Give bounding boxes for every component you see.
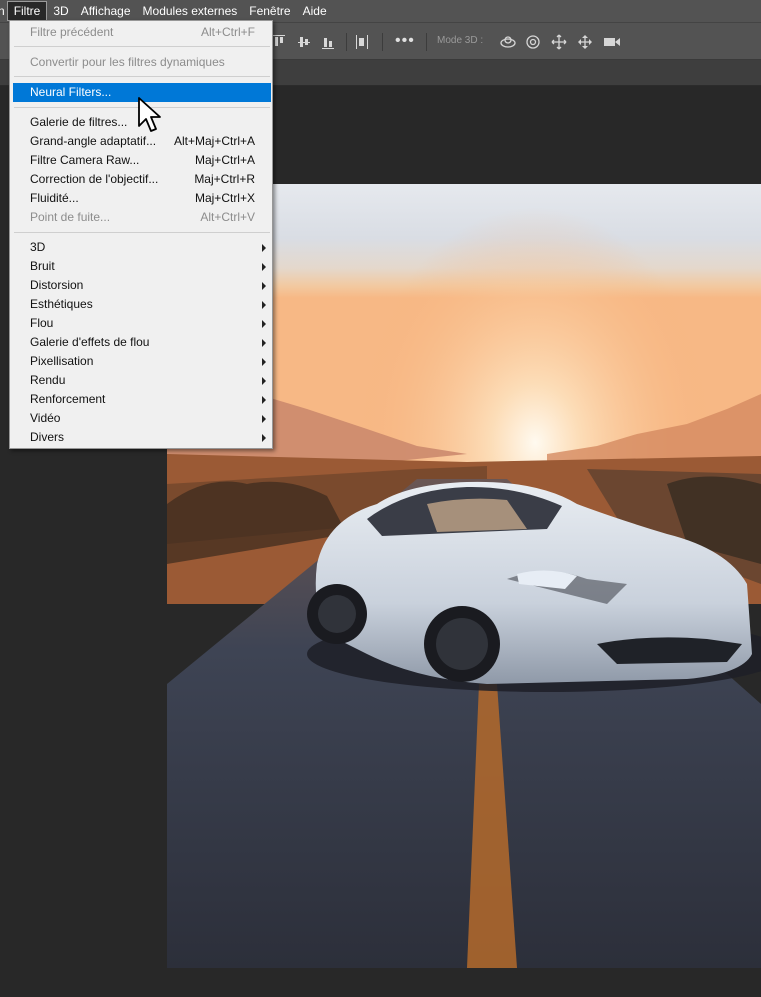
menu-item-filtre-camera-raw[interactable]: Filtre Camera Raw... Maj+Ctrl+A <box>13 151 271 170</box>
menu-item-affichage[interactable]: Affichage <box>75 1 137 21</box>
align-vcenter-icon[interactable] <box>298 35 310 49</box>
align-bottom-icon[interactable] <box>322 35 334 49</box>
menu-item-galerie-effets-de-flou[interactable]: Galerie d'effets de flou <box>13 333 271 352</box>
menu-item-aide[interactable]: Aide <box>297 1 333 21</box>
scale-3d-icon[interactable] <box>603 34 621 50</box>
submenu-arrow-icon <box>262 358 266 366</box>
distribute-icon[interactable] <box>356 35 368 49</box>
orbit-3d-icon[interactable] <box>499 34 517 50</box>
menu-item-image[interactable]: n <box>0 1 7 21</box>
menu-item-modules-externes[interactable]: Modules externes <box>137 1 244 21</box>
menu-item-filtre[interactable]: Filtre <box>6 1 48 21</box>
menu-item-pixellisation[interactable]: Pixellisation <box>13 352 271 371</box>
menu-item-3d[interactable]: 3D <box>13 238 271 257</box>
roll-3d-icon[interactable] <box>525 34 541 50</box>
menu-item-fluidite[interactable]: Fluidité... Maj+Ctrl+X <box>13 189 271 208</box>
menu-item-video[interactable]: Vidéo <box>13 409 271 428</box>
menu-bar: n Filtre 3D Affichage Modules externes F… <box>0 0 761 22</box>
align-top-icon[interactable] <box>273 35 285 49</box>
submenu-arrow-icon <box>262 244 266 252</box>
submenu-arrow-icon <box>262 320 266 328</box>
slide-3d-icon[interactable] <box>577 34 593 50</box>
submenu-arrow-icon <box>262 301 266 309</box>
submenu-arrow-icon <box>262 339 266 347</box>
menu-item-divers[interactable]: Divers <box>13 428 271 447</box>
submenu-arrow-icon <box>262 415 266 423</box>
submenu-arrow-icon <box>262 263 266 271</box>
menu-item-bruit[interactable]: Bruit <box>13 257 271 276</box>
mouse-cursor-icon <box>138 97 161 132</box>
menu-item-point-de-fuite[interactable]: Point de fuite... Alt+Ctrl+V <box>13 208 271 227</box>
pan-3d-icon[interactable] <box>551 34 567 50</box>
menu-item-flou[interactable]: Flou <box>13 314 271 333</box>
menu-item-filtre-precedent[interactable]: Filtre précédent Alt+Ctrl+F <box>13 23 271 42</box>
more-icon[interactable]: ••• <box>395 32 415 50</box>
menu-item-rendu[interactable]: Rendu <box>13 371 271 390</box>
filter-dropdown-menu: Filtre précédent Alt+Ctrl+F Convertir po… <box>9 20 273 449</box>
menu-item-convertir-filtres-dynamiques[interactable]: Convertir pour les filtres dynamiques <box>13 53 271 72</box>
menu-item-fenetre[interactable]: Fenêtre <box>243 1 296 21</box>
submenu-arrow-icon <box>262 282 266 290</box>
submenu-arrow-icon <box>262 434 266 442</box>
menu-item-distorsion[interactable]: Distorsion <box>13 276 271 295</box>
menu-item-correction-objectif[interactable]: Correction de l'objectif... Maj+Ctrl+R <box>13 170 271 189</box>
menu-item-renforcement[interactable]: Renforcement <box>13 390 271 409</box>
menu-item-esthetiques[interactable]: Esthétiques <box>13 295 271 314</box>
menu-item-3d[interactable]: 3D <box>47 1 74 21</box>
mode-3d-label: Mode 3D : <box>437 35 484 46</box>
submenu-arrow-icon <box>262 377 266 385</box>
photoshop-window: n Filtre 3D Affichage Modules externes F… <box>0 0 761 997</box>
submenu-arrow-icon <box>262 396 266 404</box>
